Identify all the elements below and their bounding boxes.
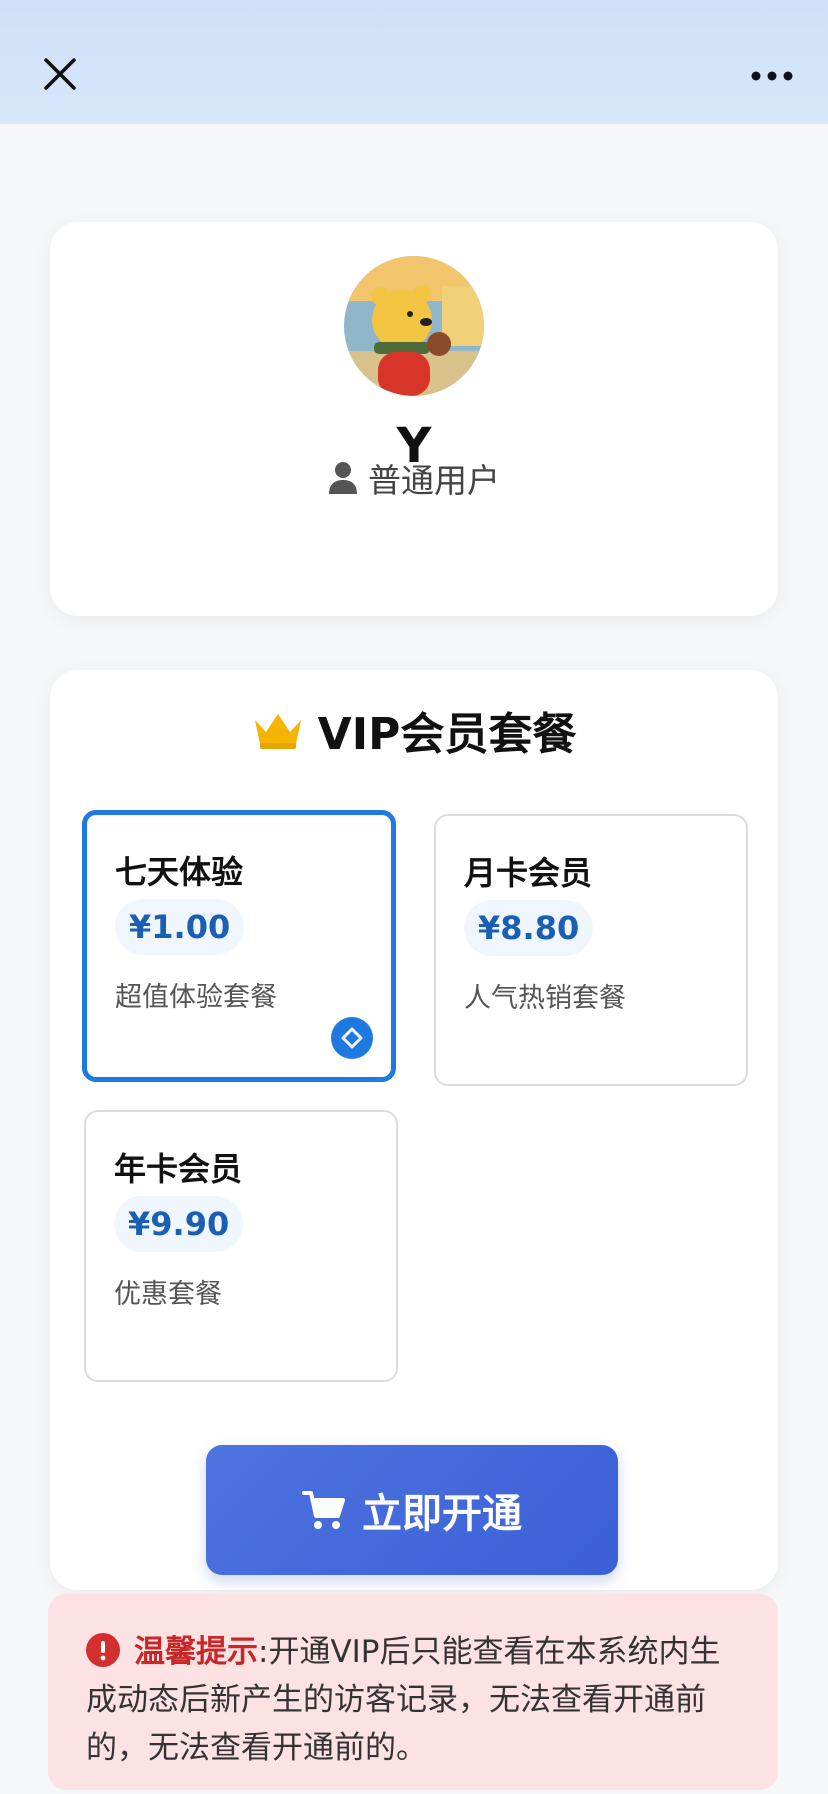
close-button[interactable] (34, 48, 86, 100)
plan-price-badge: ¥1.00 (115, 899, 245, 955)
user-role-label: 普通用户 (368, 461, 500, 500)
crown-icon (254, 714, 301, 749)
plan-name: 七天体验 (115, 853, 244, 891)
plan-price-badge: ¥9.90 (114, 1196, 244, 1252)
notice-label: 温馨提示 (134, 1634, 258, 1670)
plan-price: ¥9.90 (128, 1205, 230, 1243)
plan-description: 人气热销套餐 (464, 983, 626, 1014)
more-button[interactable] (740, 56, 804, 96)
more-horizontal-icon (751, 71, 793, 81)
plan-description: 优惠套餐 (114, 1279, 222, 1310)
plan-card-seven-day[interactable]: 七天体验 ¥1.00 超值体验套餐 (82, 810, 396, 1082)
user-role: 普通用户 (50, 454, 778, 502)
plan-name: 月卡会员 (464, 854, 593, 892)
profile-card: Y 普通用户 (50, 222, 778, 616)
plan-description: 超值体验套餐 (115, 982, 277, 1013)
selected-badge (331, 1017, 373, 1059)
user-icon (329, 462, 357, 494)
plan-name: 年卡会员 (114, 1150, 243, 1188)
avatar-bear-illustration (344, 256, 484, 396)
activate-button[interactable]: 立即开通 (206, 1445, 618, 1575)
top-bar (0, 0, 828, 124)
tag-check-icon (341, 1027, 363, 1049)
notice-box: 温馨提示:开通VIP后只能查看在本系统内生成动态后新产生的访客记录，无法查看开通… (48, 1594, 778, 1790)
activate-button-label: 立即开通 (362, 1491, 522, 1537)
vip-title-label: VIP会员套餐 (317, 709, 577, 760)
avatar[interactable] (344, 256, 484, 396)
vip-card: VIP会员套餐 七天体验 ¥1.00 超值体验套餐 月卡会员 ¥8.80 人气热… (50, 670, 778, 1590)
plan-price: ¥1.00 (129, 908, 231, 946)
plan-card-monthly[interactable]: 月卡会员 ¥8.80 人气热销套餐 (434, 814, 748, 1086)
notice-colon: : (258, 1634, 269, 1670)
plan-price-badge: ¥8.80 (464, 900, 594, 956)
plan-price: ¥8.80 (478, 909, 580, 947)
alert-icon (86, 1633, 120, 1667)
close-icon (44, 58, 76, 90)
plan-card-yearly[interactable]: 年卡会员 ¥9.90 优惠套餐 (84, 1110, 398, 1382)
vip-title: VIP会员套餐 (50, 698, 778, 762)
cart-icon (302, 1491, 345, 1529)
